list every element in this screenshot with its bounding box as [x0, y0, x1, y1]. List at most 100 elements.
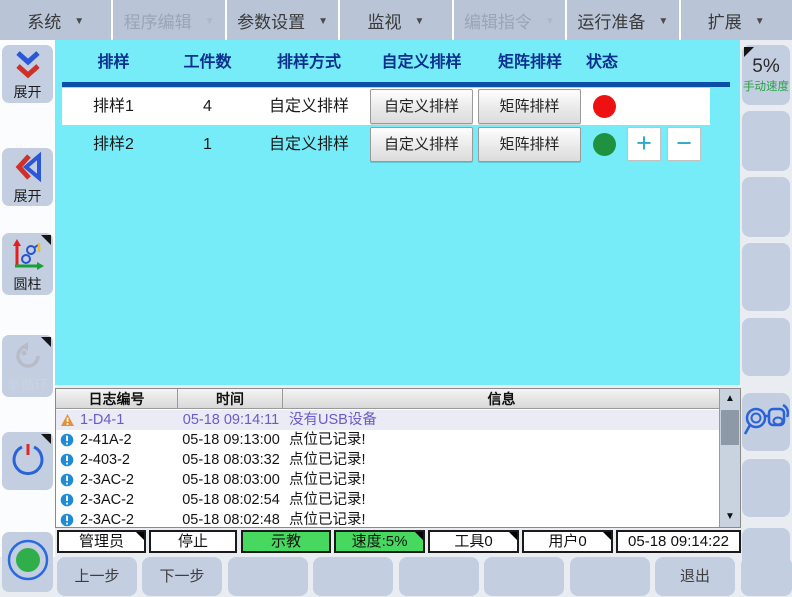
role-box[interactable]: 管理员: [57, 530, 146, 553]
right-rail-button-3[interactable]: [742, 177, 790, 237]
corner-notch-icon: [603, 532, 611, 540]
log-message: 点位已记录!: [289, 490, 366, 510]
info-icon: [60, 513, 74, 528]
log-entry[interactable]: 2-3AC-2 05-18 08:02:54 点位已记录!: [56, 490, 720, 510]
header-divider: [62, 82, 730, 87]
menu-label: 扩展: [708, 8, 742, 33]
robot-arm-icon: [743, 399, 789, 446]
chevron-down-icon: ▼: [205, 14, 215, 27]
power-icon: [9, 440, 47, 483]
datetime-box: 05-18 09:14:22: [616, 530, 741, 553]
single-cycle-button[interactable]: 单循环: [2, 335, 53, 397]
log-time: 05-18 08:02:54: [178, 490, 284, 510]
menu-label: 参数设置: [237, 8, 305, 33]
log-time: 05-18 09:14:11: [178, 410, 284, 430]
menu-item-extension[interactable]: 扩展 ▼: [681, 0, 792, 40]
right-rail-button-7[interactable]: [742, 459, 790, 517]
next-step-button[interactable]: 下一步: [142, 557, 222, 596]
nesting-table-panel: 排样 工件数 排样方式 自定义排样 矩阵排样 状态 排样1 4 自定义排样 自定…: [55, 40, 740, 385]
scroll-down-icon[interactable]: ▼: [720, 507, 740, 527]
role-label: 管理员: [79, 533, 124, 550]
table-row[interactable]: 排样2 1 自定义排样 自定义排样 矩阵排样 + −: [62, 126, 710, 163]
chevron-down-icon: ▼: [755, 14, 765, 27]
chevron-down-icon: ▼: [658, 14, 668, 27]
log-message: 没有USB设备: [289, 410, 377, 430]
table-row[interactable]: 排样1 4 自定义排样 自定义排样 矩阵排样: [62, 88, 710, 125]
bottom-button-9[interactable]: [741, 557, 792, 596]
datetime-label: 05-18 09:14:22: [628, 533, 729, 550]
custom-nesting-button[interactable]: 自定义排样: [370, 127, 473, 162]
menu-item-run-prepare[interactable]: 运行准备 ▼: [567, 0, 680, 40]
log-entry[interactable]: 2-3AC-2 05-18 08:03:00 点位已记录!: [56, 470, 720, 490]
log-code: 1-D4-1: [80, 410, 124, 430]
robot-arm-button[interactable]: [742, 393, 790, 451]
log-time: 05-18 08:02:48: [178, 510, 284, 528]
log-code: 2-403-2: [80, 450, 130, 470]
menu-item-system[interactable]: 系统 ▼: [0, 0, 113, 40]
menubar: 系统 ▼ 程序编辑 ▼ 参数设置 ▼ 监视 ▼ 编辑指令 ▼ 运行准备 ▼ 扩展…: [0, 0, 792, 40]
menu-item-program-edit[interactable]: 程序编辑 ▼: [113, 0, 226, 40]
log-entry[interactable]: 1-D4-1 05-18 09:14:11 没有USB设备: [56, 410, 720, 430]
log-message: 点位已记录!: [289, 470, 366, 490]
bottom-button-3[interactable]: [228, 557, 308, 596]
bottom-button-7[interactable]: [570, 557, 650, 596]
tool-box[interactable]: 工具0: [428, 530, 519, 553]
menu-item-edit-instruction[interactable]: 编辑指令 ▼: [454, 0, 567, 40]
info-icon: [60, 473, 74, 491]
nesting-name: 排样1: [62, 88, 165, 125]
matrix-nesting-button[interactable]: 矩阵排样: [478, 89, 581, 124]
bottom-button-5[interactable]: [399, 557, 479, 596]
menu-label: 运行准备: [577, 8, 645, 33]
scroll-up-icon[interactable]: ▲: [720, 389, 740, 409]
bottom-button-4[interactable]: [313, 557, 393, 596]
power-button[interactable]: [2, 432, 53, 490]
add-row-button[interactable]: +: [627, 127, 661, 161]
right-rail-button-2[interactable]: [742, 111, 790, 171]
status-dot: [593, 133, 616, 156]
log-scrollbar[interactable]: ▲ ▼: [719, 389, 740, 527]
manual-speed-button[interactable]: 5% 手动速度: [742, 45, 790, 105]
nesting-name: 排样2: [62, 126, 165, 163]
mode-label: 示教: [271, 533, 301, 550]
col-header-method: 排样方式: [250, 50, 368, 76]
record-icon: [6, 538, 50, 587]
matrix-nesting-button[interactable]: 矩阵排样: [478, 127, 581, 162]
menu-label: 监视: [368, 8, 402, 33]
custom-nesting-button[interactable]: 自定义排样: [370, 89, 473, 124]
chevron-down-icon: ▼: [74, 14, 84, 27]
log-entry[interactable]: 2-3AC-2 05-18 08:02:48 点位已记录!: [56, 510, 720, 528]
log-entry[interactable]: 2-403-2 05-18 08:03:32 点位已记录!: [56, 450, 720, 470]
chevron-double-left-icon: [12, 151, 44, 188]
log-entry[interactable]: 2-41A-2 05-18 09:13:00 点位已记录!: [56, 430, 720, 450]
status-dot: [593, 95, 616, 118]
single-cycle-icon: [11, 340, 45, 377]
cylinder-coord-button[interactable]: 圆柱: [2, 233, 53, 295]
right-rail-button-5[interactable]: [742, 318, 790, 376]
log-header: 日志编号 时间 信息: [56, 389, 720, 409]
prev-step-button[interactable]: 上一步: [57, 557, 137, 596]
remove-row-button[interactable]: −: [667, 127, 701, 161]
expand-down-button[interactable]: 展开: [2, 45, 53, 103]
info-icon: [60, 453, 74, 471]
exit-button[interactable]: 退出: [655, 557, 735, 596]
scrollbar-thumb[interactable]: [721, 410, 739, 445]
menu-item-monitor[interactable]: 监视 ▼: [340, 0, 453, 40]
menu-label: 编辑指令: [464, 8, 532, 33]
menu-item-parameter-settings[interactable]: 参数设置 ▼: [227, 0, 340, 40]
log-code: 2-41A-2: [80, 430, 132, 450]
record-button[interactable]: [2, 532, 53, 592]
user-box[interactable]: 用户0: [522, 530, 613, 553]
log-code: 2-3AC-2: [80, 470, 134, 490]
teach-pendant-screen: 系统 ▼ 程序编辑 ▼ 参数设置 ▼ 监视 ▼ 编辑指令 ▼ 运行准备 ▼ 扩展…: [0, 0, 792, 597]
log-code: 2-3AC-2: [80, 490, 134, 510]
single-cycle-label: 单循环: [7, 377, 49, 393]
run-state-box: 停止: [149, 530, 237, 553]
corner-notch-icon: [744, 47, 754, 57]
chevron-down-icon: ▼: [545, 14, 555, 27]
expand-left-button[interactable]: 展开: [2, 148, 53, 206]
right-rail-button-4[interactable]: [742, 243, 790, 311]
corner-notch-icon: [41, 337, 51, 347]
col-header-status: 状态: [582, 50, 622, 76]
bottom-button-6[interactable]: [484, 557, 564, 596]
speed-box[interactable]: 速度:5%: [334, 530, 425, 553]
